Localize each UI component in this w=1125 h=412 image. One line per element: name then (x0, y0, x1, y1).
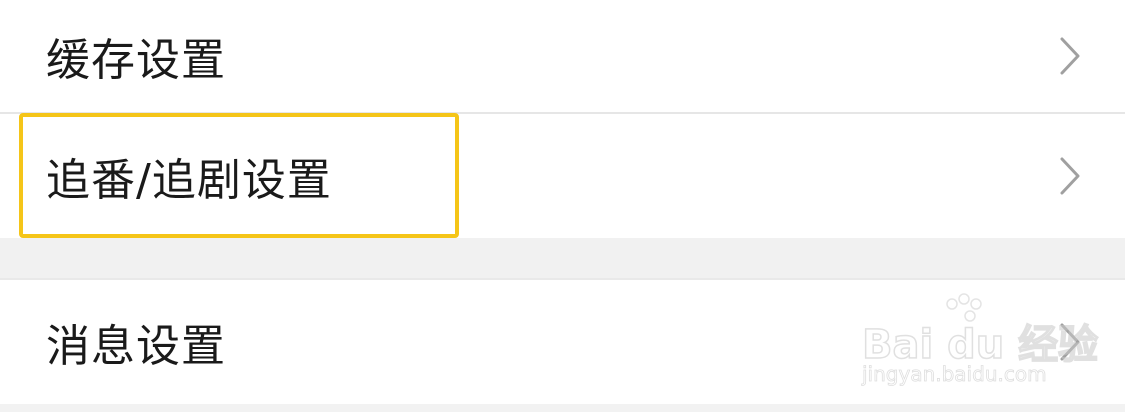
chevron-right-icon (1060, 157, 1080, 195)
settings-group-storage: 缓存设置 追番/追剧设置 (0, 0, 1125, 238)
settings-row-messages[interactable]: 消息设置 (0, 280, 1125, 404)
settings-row-follow-shows[interactable]: 追番/追剧设置 (0, 114, 1125, 238)
settings-row-label: 缓存设置 (46, 35, 226, 86)
settings-row-label: 追番/追剧设置 (46, 155, 332, 206)
settings-screen: 缓存设置 追番/追剧设置 消息设置 Bai du 经验 jingyan.baid… (0, 0, 1125, 412)
settings-row-cache[interactable]: 缓存设置 (0, 0, 1125, 112)
section-gap (0, 238, 1125, 278)
settings-row-label: 消息设置 (46, 321, 226, 372)
settings-group-notifications: 消息设置 (0, 278, 1125, 404)
chevron-right-icon (1060, 323, 1080, 361)
chevron-right-icon (1060, 37, 1080, 75)
